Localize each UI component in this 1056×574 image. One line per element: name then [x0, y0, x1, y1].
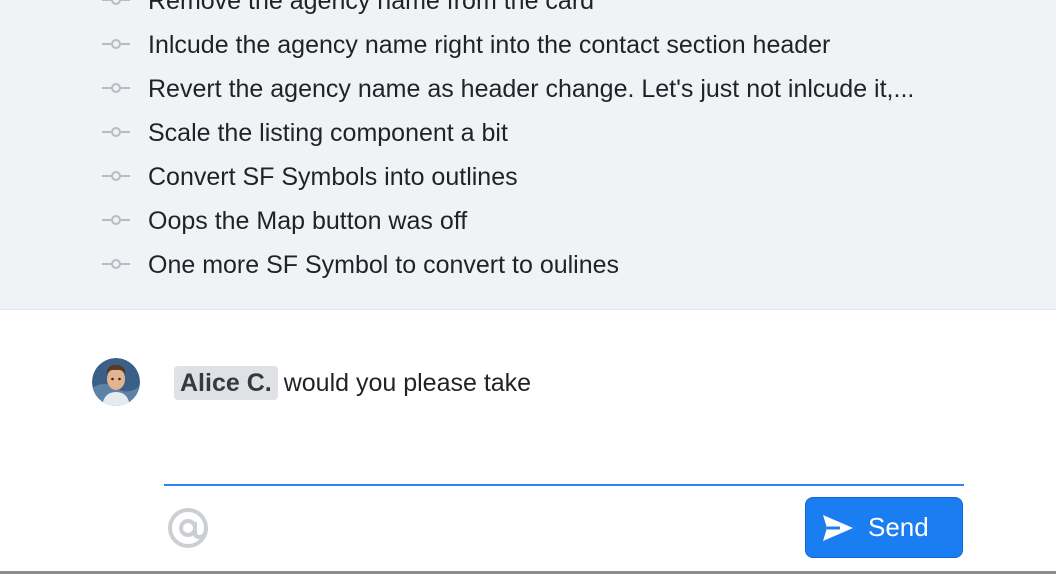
input-focus-underline [164, 484, 964, 486]
commit-row[interactable]: Convert SF Symbols into outlines [0, 156, 1056, 196]
commit-node-icon [102, 215, 130, 225]
commit-row[interactable]: Oops the Map button was off [0, 200, 1056, 240]
commit-message: One more SF Symbol to convert to oulines [148, 251, 620, 279]
commit-message: Remove the agency name from the card [148, 0, 595, 15]
commit-node-icon [102, 171, 130, 181]
commit-node-icon [102, 83, 130, 93]
commit-row[interactable]: One more SF Symbol to convert to oulines [0, 244, 1056, 284]
send-label: Send [868, 512, 929, 542]
commit-row[interactable]: Scale the listing component a bit [0, 112, 1056, 152]
comment-composer: Alice C. would you please take Send [0, 310, 1056, 572]
commit-row[interactable]: Remove the agency name from the card [0, 0, 1056, 20]
message-input-content[interactable]: Alice C. would you please take [174, 366, 531, 400]
commit-message: Convert SF Symbols into outlines [148, 163, 518, 191]
commit-node-icon [102, 39, 130, 49]
commit-row[interactable]: Inlcude the agency name right into the c… [0, 24, 1056, 64]
commit-node-icon [102, 0, 130, 5]
commit-message: Scale the listing component a bit [148, 119, 508, 147]
commit-message: Inlcude the agency name right into the c… [148, 31, 831, 59]
send-button[interactable]: Send [805, 497, 963, 558]
paper-plane-icon [823, 515, 853, 541]
commit-node-icon [102, 259, 130, 269]
at-sign-icon[interactable] [166, 506, 210, 550]
commit-message: Oops the Map button was off [148, 207, 468, 235]
user-avatar[interactable] [92, 358, 140, 406]
commit-node-icon [102, 127, 130, 137]
avatar-image [92, 358, 140, 406]
commit-row[interactable]: Revert the agency name as header change.… [0, 68, 1056, 108]
message-text: would you please take [283, 369, 532, 397]
commit-list: Remove the agency name from the card Inl… [0, 0, 1056, 310]
user-mention[interactable]: Alice C. [174, 366, 278, 400]
commit-message: Revert the agency name as header change.… [148, 75, 915, 103]
